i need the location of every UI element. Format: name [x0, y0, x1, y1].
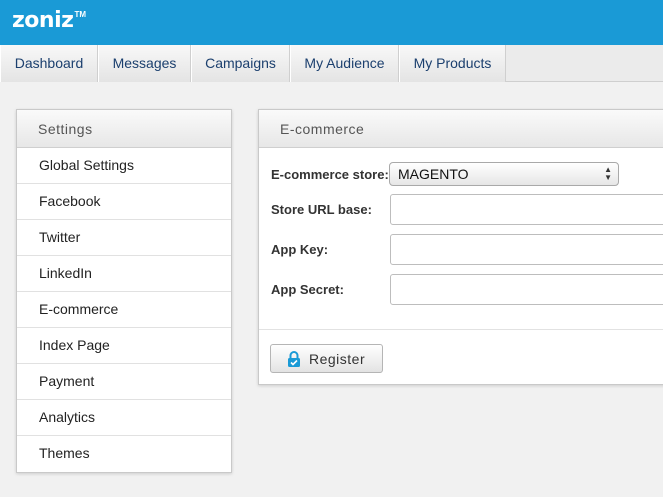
store-select[interactable]: MAGENTO ▲ ▼ [389, 162, 619, 186]
tab-my-products[interactable]: My Products [399, 45, 506, 82]
store-row: E-commerce store: [271, 159, 389, 189]
app-secret-input[interactable] [390, 274, 663, 305]
app-key-input[interactable] [390, 234, 663, 265]
lock-icon [287, 350, 301, 367]
tab-my-audience[interactable]: My Audience [290, 45, 399, 82]
settings-item-index-page[interactable]: Index Page [17, 328, 231, 364]
store-select-value: MAGENTO [398, 166, 469, 182]
settings-item-themes[interactable]: Themes [17, 436, 231, 472]
secret-row: App Secret: [271, 274, 389, 304]
logo-text: zoniz [12, 8, 74, 33]
settings-item-analytics[interactable]: Analytics [17, 400, 231, 436]
settings-item-e-commerce[interactable]: E-commerce [17, 292, 231, 328]
select-arrows-icon: ▲ ▼ [604, 165, 612, 182]
form-divider [259, 329, 663, 330]
settings-item-global-settings[interactable]: Global Settings [17, 148, 231, 184]
main-nav: Dashboard Messages Campaigns My Audience… [0, 45, 663, 82]
app-key-label: App Key: [271, 241, 329, 257]
register-label: Register [309, 350, 366, 367]
tab-dashboard[interactable]: Dashboard [0, 45, 98, 82]
register-button[interactable]: Register [270, 344, 383, 373]
tab-campaigns[interactable]: Campaigns [191, 45, 290, 82]
tab-messages[interactable]: Messages [98, 45, 191, 82]
app-secret-label: App Secret: [271, 281, 344, 297]
settings-item-facebook[interactable]: Facebook [17, 184, 231, 220]
logo-trademark: TM [74, 10, 86, 19]
ecommerce-title: E-commerce [259, 110, 663, 148]
url-row: Store URL base: [271, 194, 389, 224]
store-url-input[interactable] [390, 194, 663, 225]
settings-item-twitter[interactable]: Twitter [17, 220, 231, 256]
settings-item-payment[interactable]: Payment [17, 364, 231, 400]
settings-title: Settings [17, 110, 231, 148]
key-row: App Key: [271, 234, 389, 264]
settings-menu: Global Settings Facebook Twitter LinkedI… [17, 148, 231, 472]
url-label: Store URL base: [271, 201, 372, 217]
zoniz-logo[interactable]: zoniz TM [12, 8, 86, 34]
ecommerce-panel: E-commerce E-commerce store: MAGENTO ▲ ▼ … [258, 109, 663, 385]
store-label: E-commerce store: [271, 166, 389, 182]
settings-panel: Settings Global Settings Facebook Twitte… [16, 109, 232, 473]
top-bar: zoniz TM [0, 0, 663, 45]
settings-item-linkedin[interactable]: LinkedIn [17, 256, 231, 292]
